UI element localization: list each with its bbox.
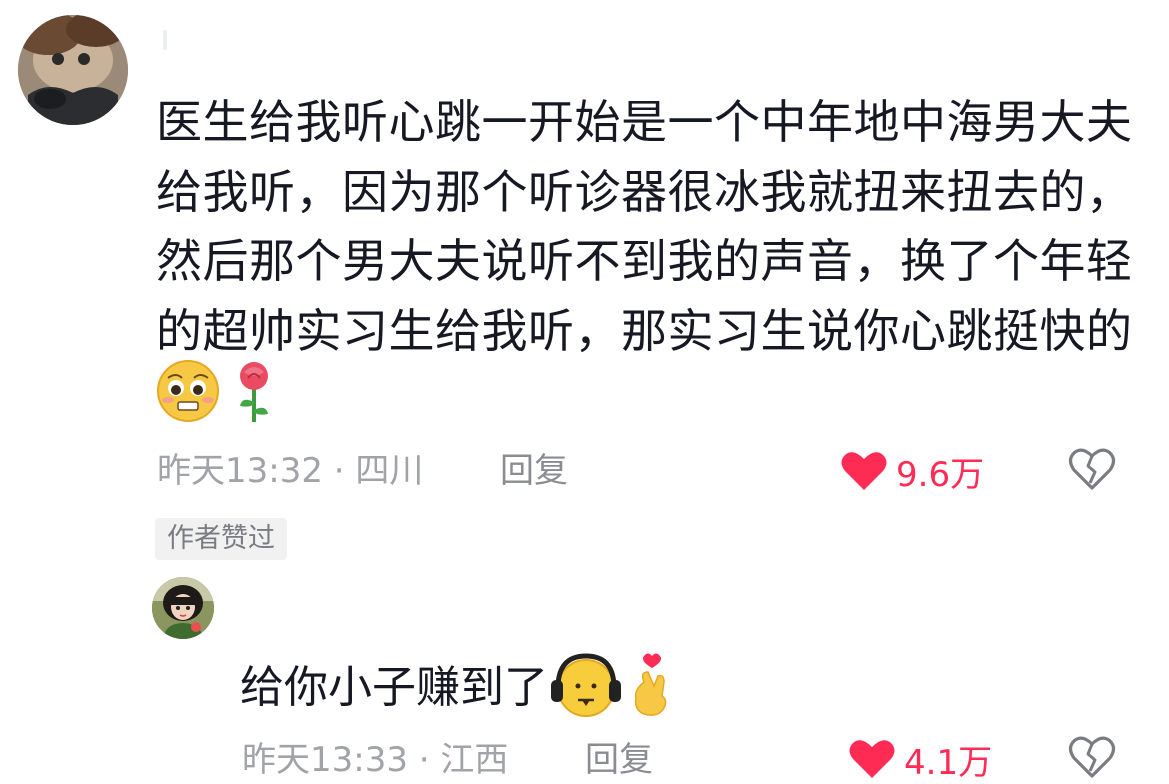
reply-button[interactable]: 回复 — [500, 451, 568, 491]
like-button[interactable]: 9.6万 — [840, 449, 985, 495]
heart-icon — [841, 452, 887, 490]
broken-heart-icon — [1068, 736, 1116, 778]
avatar-image — [18, 15, 128, 125]
dislike-button[interactable] — [1068, 735, 1116, 783]
finger-heart-icon — [634, 653, 667, 716]
reply-emojis — [551, 653, 667, 717]
divider — [163, 30, 167, 50]
broken-heart-icon — [1068, 448, 1116, 490]
pleading-face-icon — [157, 360, 219, 422]
heart-icon — [849, 740, 895, 778]
comment-time-location: 昨天13:32 · 四川 — [157, 451, 424, 491]
avatar[interactable] — [18, 15, 128, 125]
comment-emojis — [154, 358, 294, 422]
headphones-face-icon — [551, 653, 621, 717]
author-liked-badge: 作者赞过 — [155, 518, 287, 560]
reply-time-location: 昨天13:33 · 江西 — [242, 740, 509, 780]
rose-icon — [240, 362, 268, 422]
comment-text: 医生给我听心跳一开始是一个中年地中海男大夫给我听，因为那个听诊器很冰我就扭来扭去… — [156, 95, 1133, 358]
reply-avatar[interactable] — [152, 577, 214, 639]
avatar-image — [152, 577, 214, 639]
reply-button[interactable]: 回复 — [585, 740, 653, 780]
reply-text-row: 给你小子赚到了 — [240, 652, 678, 724]
like-count: 9.6万 — [896, 454, 985, 495]
like-count: 4.1万 — [904, 742, 993, 783]
like-button[interactable]: 4.1万 — [848, 737, 993, 783]
dislike-button[interactable] — [1068, 447, 1116, 495]
reply-text: 给你小子赚到了 — [240, 662, 548, 713]
